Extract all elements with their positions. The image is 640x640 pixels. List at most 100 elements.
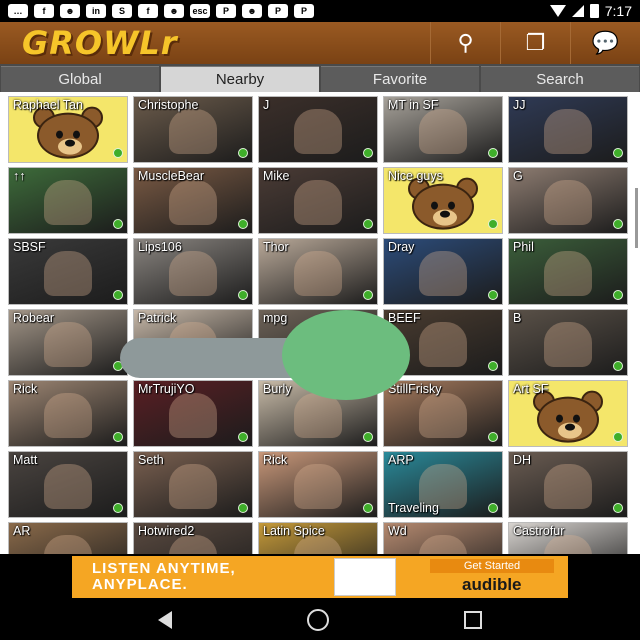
profile-tile[interactable]: ↑↑ bbox=[8, 167, 128, 234]
profile-tile[interactable]: Raphael Tan bbox=[8, 96, 128, 163]
profile-name: DH bbox=[513, 453, 532, 467]
online-indicator-icon bbox=[113, 432, 123, 442]
profile-tile[interactable]: Lips106 bbox=[133, 238, 253, 305]
back-icon[interactable] bbox=[157, 611, 172, 629]
profile-name: MuscleBear bbox=[138, 169, 204, 183]
profile-tile[interactable]: MT in SF bbox=[383, 96, 503, 163]
profile-name: JJ bbox=[513, 98, 526, 112]
pinterest-icon: P bbox=[294, 4, 314, 18]
profile-tile[interactable]: B bbox=[508, 309, 628, 376]
search-button[interactable]: ⚲ bbox=[430, 22, 500, 64]
profile-photo bbox=[544, 108, 592, 155]
app-bar-actions: ⚲ ❐ 💬 bbox=[430, 22, 640, 64]
profile-tile[interactable]: Nice guys bbox=[383, 167, 503, 234]
profile-photo bbox=[544, 321, 592, 368]
profile-name: Wd bbox=[388, 524, 407, 538]
profile-tile[interactable]: ARP Traveling bbox=[383, 451, 503, 518]
profile-tile[interactable]: Thor bbox=[258, 238, 378, 305]
profile-name: Mike bbox=[263, 169, 290, 183]
profile-photo bbox=[419, 534, 467, 554]
online-indicator-icon bbox=[613, 219, 623, 229]
profile-tile[interactable]: SBSF bbox=[8, 238, 128, 305]
profile-tile[interactable]: Castrofur bbox=[508, 522, 628, 554]
tab-bar: Global Nearby Favorite Search bbox=[0, 64, 640, 92]
online-indicator-icon bbox=[613, 432, 623, 442]
online-indicator-icon bbox=[238, 503, 248, 513]
profile-tile[interactable]: Latin Spice bbox=[258, 522, 378, 554]
profile-tile[interactable]: Matt bbox=[8, 451, 128, 518]
profile-tile[interactable]: DH bbox=[508, 451, 628, 518]
profile-name: MT in SF bbox=[388, 98, 439, 112]
battery-icon bbox=[589, 4, 599, 18]
skype-icon: S bbox=[112, 4, 132, 18]
home-icon[interactable] bbox=[306, 609, 329, 631]
profile-tile[interactable]: JJ bbox=[508, 96, 628, 163]
chat-button[interactable]: 💬 bbox=[570, 22, 640, 64]
profile-tile[interactable]: Wd bbox=[383, 522, 503, 554]
online-indicator-icon bbox=[488, 219, 498, 229]
profile-name: SBSF bbox=[13, 240, 46, 254]
app-bar: GROWLr ⚲ ❐ 💬 bbox=[0, 22, 640, 64]
tab-nearby[interactable]: Nearby bbox=[161, 66, 319, 92]
profile-name: Robear bbox=[13, 311, 54, 325]
clock: 7:17 bbox=[604, 3, 632, 19]
online-indicator-icon bbox=[238, 290, 248, 300]
signal-icon bbox=[571, 5, 584, 17]
windows-button[interactable]: ❐ bbox=[500, 22, 570, 64]
profile-name: Christophe bbox=[138, 98, 199, 112]
scrollbar[interactable] bbox=[635, 188, 638, 248]
profile-name: ↑↑ bbox=[13, 169, 26, 183]
profile-name: Nice guys bbox=[388, 169, 443, 183]
profile-tile[interactable]: MuscleBear bbox=[133, 167, 253, 234]
profile-photo bbox=[294, 463, 342, 510]
profile-tile[interactable]: Christophe bbox=[133, 96, 253, 163]
online-indicator-icon bbox=[363, 503, 373, 513]
online-indicator-icon bbox=[113, 290, 123, 300]
get-started-button[interactable]: Get Started bbox=[430, 559, 554, 573]
profile-photo bbox=[419, 321, 467, 368]
facebook-icon: f bbox=[34, 4, 54, 18]
profile-name: Castrofur bbox=[513, 524, 565, 538]
audiobook-cover-image bbox=[334, 558, 396, 596]
profile-tile[interactable]: Robear bbox=[8, 309, 128, 376]
tab-favorite[interactable]: Favorite bbox=[321, 66, 479, 92]
ad-headline: LISTEN ANYTIME, ANYPLACE. bbox=[92, 560, 236, 593]
profile-tile[interactable]: J bbox=[258, 96, 378, 163]
online-indicator-icon bbox=[363, 432, 373, 442]
profile-name: AR bbox=[13, 524, 31, 538]
tab-global[interactable]: Global bbox=[1, 66, 159, 92]
default-bear-avatar-icon bbox=[29, 106, 107, 159]
overlay-knob[interactable] bbox=[282, 310, 410, 400]
profile-photo bbox=[419, 250, 467, 297]
profile-tile[interactable]: AR bbox=[8, 522, 128, 554]
profile-tile[interactable]: G bbox=[508, 167, 628, 234]
ad-banner[interactable]: LISTEN ANYTIME, ANYPLACE. Get Started au… bbox=[72, 556, 568, 598]
online-indicator-icon bbox=[613, 361, 623, 371]
online-indicator-icon bbox=[238, 432, 248, 442]
profile-photo bbox=[44, 463, 92, 510]
profile-tile[interactable]: Mike bbox=[258, 167, 378, 234]
profile-name: Seth bbox=[138, 453, 164, 467]
profile-tile[interactable]: Dray bbox=[383, 238, 503, 305]
profile-tile[interactable]: Rick bbox=[258, 451, 378, 518]
profile-photo bbox=[44, 250, 92, 297]
online-indicator-icon bbox=[238, 219, 248, 229]
overlay-toggle[interactable] bbox=[120, 310, 410, 400]
online-indicator-icon bbox=[488, 148, 498, 158]
android-nav-bar bbox=[0, 600, 640, 640]
recents-icon[interactable] bbox=[464, 611, 483, 629]
profile-tile[interactable]: Rick bbox=[8, 380, 128, 447]
profile-tile[interactable]: Art SF bbox=[508, 380, 628, 447]
profile-name: Thor bbox=[263, 240, 289, 254]
profile-name: B bbox=[513, 311, 522, 325]
profile-name: Matt bbox=[13, 453, 38, 467]
profile-tile[interactable]: Hotwired2 bbox=[133, 522, 253, 554]
profile-photo bbox=[44, 179, 92, 226]
online-indicator-icon bbox=[113, 219, 123, 229]
profile-tile[interactable]: Seth bbox=[133, 451, 253, 518]
online-indicator-icon bbox=[488, 361, 498, 371]
profile-tile[interactable]: Phil bbox=[508, 238, 628, 305]
profile-name: Art SF bbox=[513, 382, 549, 396]
profile-name: G bbox=[513, 169, 523, 183]
tab-search[interactable]: Search bbox=[481, 66, 639, 92]
